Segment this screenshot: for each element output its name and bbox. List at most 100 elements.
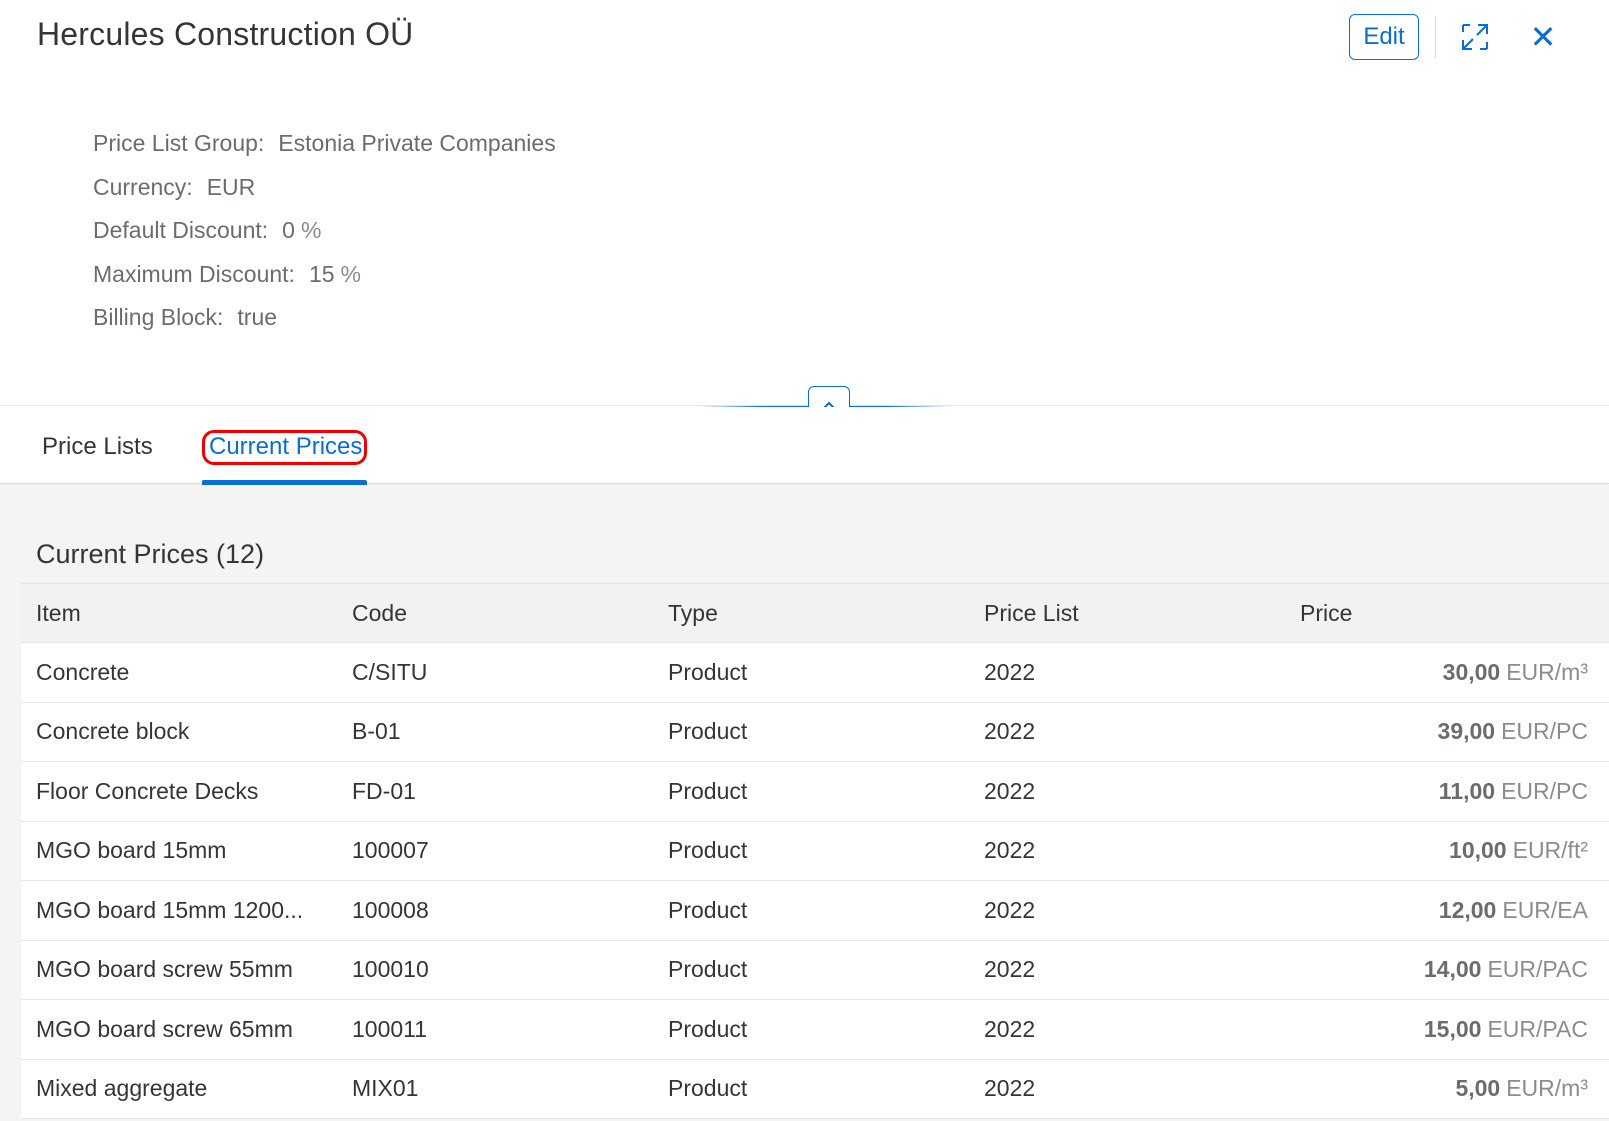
column-header-price[interactable]: Price [1285, 600, 1603, 627]
table-row[interactable]: MGO board screw 55mm 100010 Product 2022… [21, 940, 1609, 1000]
cell-price-list: 2022 [984, 718, 1036, 745]
cell-price-list: 2022 [984, 956, 1036, 983]
table-row[interactable]: MGO board 15mm 1200... 100008 Product 20… [21, 881, 1609, 941]
attribute-value: true [237, 304, 278, 330]
fullscreen-button[interactable] [1455, 17, 1495, 57]
cell-code: 100011 [352, 1015, 428, 1042]
toolbar-separator [1435, 16, 1436, 58]
attribute-value: EUR [206, 173, 256, 200]
cell-type: Product [668, 658, 748, 685]
price-amount: 30,00 [1442, 658, 1501, 685]
cell-item: MGO board 15mm [36, 837, 227, 864]
column-header-code[interactable]: Code [337, 600, 653, 627]
expand-icon [1462, 24, 1488, 50]
tab-bar: Price Lists Current Prices [0, 407, 1609, 485]
close-icon: ✕ [1529, 19, 1557, 55]
price-amount: 39,00 [1437, 718, 1496, 745]
cell-item: Floor Concrete Decks [36, 777, 259, 804]
price-unit: EUR/ft² [1512, 837, 1588, 864]
table-title: Current Prices (12) [36, 539, 265, 569]
table-row[interactable]: Concrete block B-01 Product 2022 39,00 EU… [21, 702, 1609, 762]
attribute-value: Estonia Private Companies [278, 130, 556, 156]
cell-code: MIX01 [352, 1075, 419, 1102]
cell-price: 10,00 EUR/ft² [1285, 837, 1603, 864]
attribute-label: Currency: [93, 173, 193, 200]
table-row[interactable]: MGO board 15mm 100007 Product 2022 10,00… [21, 821, 1609, 881]
cell-type: Product [668, 896, 748, 923]
price-unit: EUR/PC [1501, 718, 1588, 745]
column-header-type[interactable]: Type [653, 600, 969, 627]
price-amount: 12,00 [1438, 896, 1497, 923]
cell-price-list: 2022 [984, 837, 1036, 864]
cell-type: Product [668, 718, 748, 745]
price-unit: EUR/PC [1501, 777, 1588, 804]
attribute-default-discount: Default Discount: 0 % [93, 217, 556, 261]
table-row[interactable]: Concrete C/SITU Product 2022 30,00 EUR/m³ [21, 643, 1609, 703]
cell-code: FD-01 [352, 777, 416, 804]
price-unit: EUR/PAC [1487, 1015, 1588, 1042]
cell-type: Product [668, 837, 748, 864]
attribute-maximum-discount: Maximum Discount: 15 % [93, 261, 556, 305]
column-header-price-label: Price [1300, 599, 1353, 626]
tab-price-lists[interactable]: Price Lists [42, 407, 153, 484]
tab-label: Current Prices [209, 433, 363, 460]
table-row[interactable]: MGO board screw 65mm 100011 Product 2022… [21, 1000, 1609, 1060]
cell-item: MGO board screw 65mm [36, 1015, 293, 1042]
cell-price-list: 2022 [984, 896, 1036, 923]
price-amount: 14,00 [1423, 956, 1482, 983]
price-unit: EUR/PAC [1487, 956, 1588, 983]
edit-button[interactable]: Edit [1349, 14, 1419, 60]
cell-price: 14,00 EUR/PAC [1285, 956, 1603, 983]
cell-code: 100007 [352, 837, 429, 864]
current-prices-table: Item Code Type Price List Price Concrete… [21, 583, 1609, 1119]
header-attributes: Price List Group: Estonia Private Compan… [93, 130, 556, 348]
attribute-value: 0 [282, 217, 295, 243]
attribute-unit: % [300, 217, 322, 243]
attribute-label: Default Discount: [93, 217, 269, 243]
header-actions: Edit ✕ [1349, 14, 1609, 60]
price-unit: EUR/EA [1502, 896, 1588, 923]
tab-content: Current Prices (12) Item Code Type Price… [0, 485, 1609, 1121]
close-button[interactable]: ✕ [1523, 17, 1563, 57]
cell-price: 15,00 EUR/PAC [1285, 1016, 1603, 1043]
cell-item: MGO board 15mm 1200... [36, 896, 304, 923]
cell-item: MGO board screw 55mm [36, 956, 293, 983]
price-amount: 5,00 [1455, 1075, 1501, 1102]
tab-current-prices[interactable]: Current Prices [202, 407, 367, 485]
cell-price-list: 2022 [984, 1075, 1036, 1102]
cell-type: Product [668, 1015, 748, 1042]
column-header-price-list[interactable]: Price List [969, 600, 1285, 627]
cell-price: 11,00 EUR/PC [1285, 778, 1603, 805]
column-header-item[interactable]: Item [21, 600, 337, 627]
cell-price: 5,00 EUR/m³ [1285, 1075, 1603, 1102]
cell-price: 30,00 EUR/m³ [1285, 659, 1603, 686]
object-header: Hercules Construction OÜ Edit ✕ Price Li… [0, 0, 1609, 406]
cell-price-list: 2022 [984, 658, 1036, 685]
cell-price: 39,00 EUR/PC [1285, 718, 1603, 745]
cell-type: Product [668, 1075, 748, 1102]
cell-item: Concrete [36, 658, 130, 685]
table-header: Item Code Type Price List Price [21, 583, 1609, 643]
cell-price-list: 2022 [984, 777, 1036, 804]
cell-code: 100010 [352, 956, 429, 983]
price-amount: 11,00 [1438, 777, 1496, 804]
price-unit: EUR/m³ [1506, 658, 1588, 685]
attribute-billing-block: Billing Block: true [93, 304, 556, 348]
price-amount: 10,00 [1449, 837, 1507, 864]
attribute-value: 15 [308, 260, 335, 287]
price-amount: 15,00 [1423, 1015, 1482, 1042]
cell-price-list: 2022 [984, 1015, 1036, 1042]
cell-item: Mixed aggregate [36, 1075, 208, 1102]
cell-code: C/SITU [352, 658, 428, 685]
attribute-label: Billing Block: [93, 304, 224, 330]
cell-price: 12,00 EUR/EA [1285, 897, 1603, 924]
cell-item: Concrete block [36, 718, 190, 745]
attribute-price-list-group: Price List Group: Estonia Private Compan… [93, 130, 556, 174]
table-row[interactable]: Mixed aggregate MIX01 Product 2022 5,00 E… [21, 1059, 1609, 1119]
table-row[interactable]: Floor Concrete Decks FD-01 Product 2022 … [21, 762, 1609, 822]
attribute-unit: % [340, 260, 361, 287]
attribute-currency: Currency: EUR [93, 174, 556, 218]
page-title: Hercules Construction OÜ [37, 16, 414, 52]
price-unit: EUR/m³ [1506, 1075, 1588, 1102]
cell-type: Product [668, 956, 748, 983]
